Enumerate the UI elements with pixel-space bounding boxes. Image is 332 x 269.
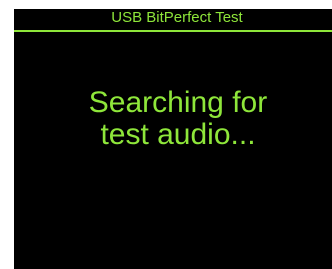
status-message: Searching for test audio...: [14, 87, 332, 151]
screen-title: USB BitPerfect Test: [111, 9, 243, 26]
device-display: USB BitPerfect Test Searching for test a…: [14, 9, 332, 269]
status-line-2: test audio...: [100, 118, 256, 151]
title-divider: [14, 30, 332, 32]
status-line-1: Searching for: [88, 86, 268, 119]
